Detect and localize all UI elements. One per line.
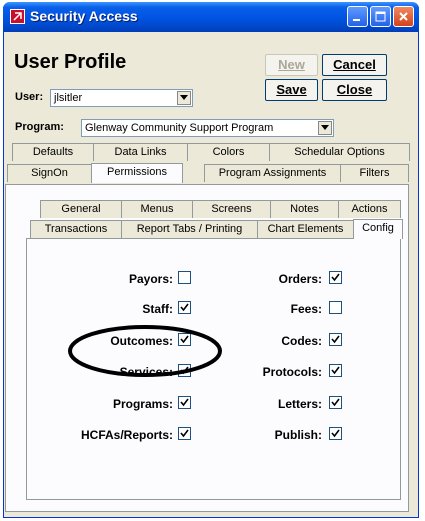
user-label: User: (15, 91, 44, 103)
user-select-value: jlsitler (54, 92, 83, 104)
payors-label: Payors: (128, 272, 173, 286)
maximize-icon[interactable] (370, 6, 391, 27)
publish-label: Publish: (274, 428, 322, 442)
staff-checkbox[interactable] (178, 301, 191, 314)
page-title: User Profile (14, 51, 127, 73)
codes-checkbox[interactable] (329, 333, 342, 346)
programs-label: Programs: (112, 397, 173, 411)
outcomes-checkbox[interactable] (178, 333, 191, 346)
user-profile-header: User Profile New Cancel Save Close User:… (4, 32, 418, 137)
tab-program-assignments[interactable]: Program Assignments (204, 164, 341, 182)
program-select[interactable]: Glenway Community Support Program (81, 119, 334, 137)
fees-label: Fees: (290, 302, 322, 316)
hcfasreports-checkbox[interactable] (178, 427, 191, 440)
chevron-down-icon[interactable] (177, 91, 191, 105)
codes-label: Codes: (281, 334, 322, 348)
user-select[interactable]: jlsitler (50, 89, 193, 107)
tab-report-tabs-printing[interactable]: Report Tabs / Printing (121, 220, 258, 238)
cancel-button[interactable]: Cancel (322, 54, 387, 76)
program-label: Program: (15, 121, 64, 133)
tab-colors[interactable]: Colors (187, 143, 270, 161)
programs-checkbox[interactable] (178, 396, 191, 409)
chevron-down-icon[interactable] (318, 121, 332, 135)
tab-chart-elements[interactable]: Chart Elements (257, 220, 354, 238)
save-button[interactable]: Save (265, 79, 318, 101)
tab-screens[interactable]: Screens (192, 200, 271, 218)
top-tabs-row-1: Defaults Data Links Colors Schedular Opt… (12, 143, 412, 161)
tab-filters[interactable]: Filters (340, 164, 409, 182)
tab-config[interactable]: Config (353, 219, 403, 239)
fees-checkbox[interactable] (329, 301, 342, 314)
orders-label: Orders: (278, 272, 322, 286)
tab-data-links[interactable]: Data Links (93, 143, 188, 161)
title-bar[interactable]: Security Access (3, 2, 419, 32)
tab-permissions[interactable]: Permissions (91, 163, 183, 183)
services-checkbox[interactable] (178, 364, 191, 377)
payors-checkbox[interactable] (178, 271, 191, 284)
protocols-label: Protocols: (262, 365, 322, 379)
letters-checkbox[interactable] (329, 396, 342, 409)
tab-notes[interactable]: Notes (270, 200, 339, 218)
tab-defaults[interactable]: Defaults (12, 143, 94, 161)
program-select-value: Glenway Community Support Program (85, 122, 274, 134)
top-tabs-row-2: SignOn Permissions Program Assignments F… (7, 163, 412, 183)
new-button[interactable]: New (265, 54, 318, 76)
app-icon[interactable] (10, 9, 25, 24)
inner-tabs-row-1: General Menus Screens Notes Actions (40, 200, 401, 218)
config-panel (26, 238, 401, 500)
tab-actions[interactable]: Actions (338, 200, 401, 218)
services-label: Services: (119, 365, 173, 379)
tab-general[interactable]: General (40, 200, 122, 218)
close-button[interactable]: Close (322, 79, 387, 101)
letters-label: Letters: (277, 397, 322, 411)
inner-tabs-row-2: Transactions Report Tabs / Printing Char… (30, 219, 403, 239)
protocols-checkbox[interactable] (329, 364, 342, 377)
tab-menus[interactable]: Menus (121, 200, 193, 218)
publish-checkbox[interactable] (329, 427, 342, 440)
tab-transactions[interactable]: Transactions (30, 220, 122, 238)
outcomes-label: Outcomes: (110, 334, 173, 348)
tab-signon[interactable]: SignOn (7, 164, 92, 182)
tab-schedular-options[interactable]: Schedular Options (269, 143, 410, 161)
close-icon[interactable] (393, 6, 414, 27)
minimize-icon[interactable] (347, 6, 368, 27)
window-title: Security Access (30, 8, 138, 24)
orders-checkbox[interactable] (329, 271, 342, 284)
hcfasreports-label: HCFAs/Reports: (80, 428, 173, 442)
staff-label: Staff: (142, 302, 173, 316)
